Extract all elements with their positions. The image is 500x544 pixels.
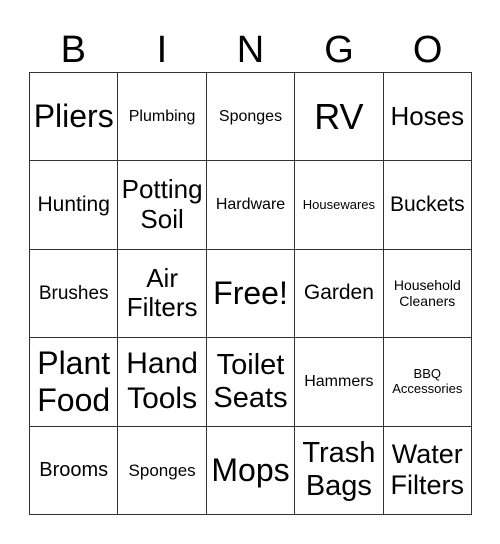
- bingo-cell: Trash Bags: [295, 426, 384, 515]
- bingo-cell: Plumbing: [118, 73, 207, 162]
- bingo-cell: Hammers: [295, 338, 384, 427]
- header-letter-n: N: [236, 29, 265, 71]
- bingo-cell: Sponges: [206, 73, 296, 162]
- bingo-cell: Garden: [295, 249, 384, 339]
- bingo-cell: Buckets: [383, 161, 472, 250]
- bingo-cell: Mops: [206, 426, 296, 515]
- bingo-cell: BBQ Accessories: [383, 338, 472, 427]
- bingo-cell: Housewares: [295, 161, 384, 250]
- free-space: Free!: [206, 249, 296, 339]
- bingo-cell: Hunting: [30, 161, 119, 250]
- bingo-cell: Hand Tools: [118, 338, 207, 427]
- bingo-grid: Pliers Plumbing Sponges RV Hoses Hunting…: [29, 72, 472, 515]
- header-letter-o: O: [412, 29, 443, 71]
- bingo-cell: Potting Soil: [118, 161, 207, 250]
- bingo-cell: RV: [295, 73, 384, 162]
- bingo-header: B I N G O: [29, 28, 472, 72]
- bingo-cell: Brooms: [30, 426, 119, 515]
- header-letter-b: B: [60, 29, 86, 71]
- bingo-cell: Hardware: [206, 161, 296, 250]
- bingo-cell: Water Filters: [383, 426, 472, 515]
- header-letter-i: I: [156, 29, 168, 71]
- bingo-cell: Sponges: [118, 426, 207, 515]
- bingo-cell: Air Filters: [118, 249, 207, 339]
- header-letter-g: G: [324, 29, 354, 71]
- bingo-cell: Pliers: [30, 73, 119, 162]
- bingo-cell: Hoses: [383, 73, 472, 162]
- bingo-cell: Household Cleaners: [383, 249, 472, 339]
- bingo-cell: Plant Food: [30, 338, 119, 427]
- bingo-cell: Toilet Seats: [206, 338, 296, 427]
- bingo-cell: Brushes: [30, 249, 119, 339]
